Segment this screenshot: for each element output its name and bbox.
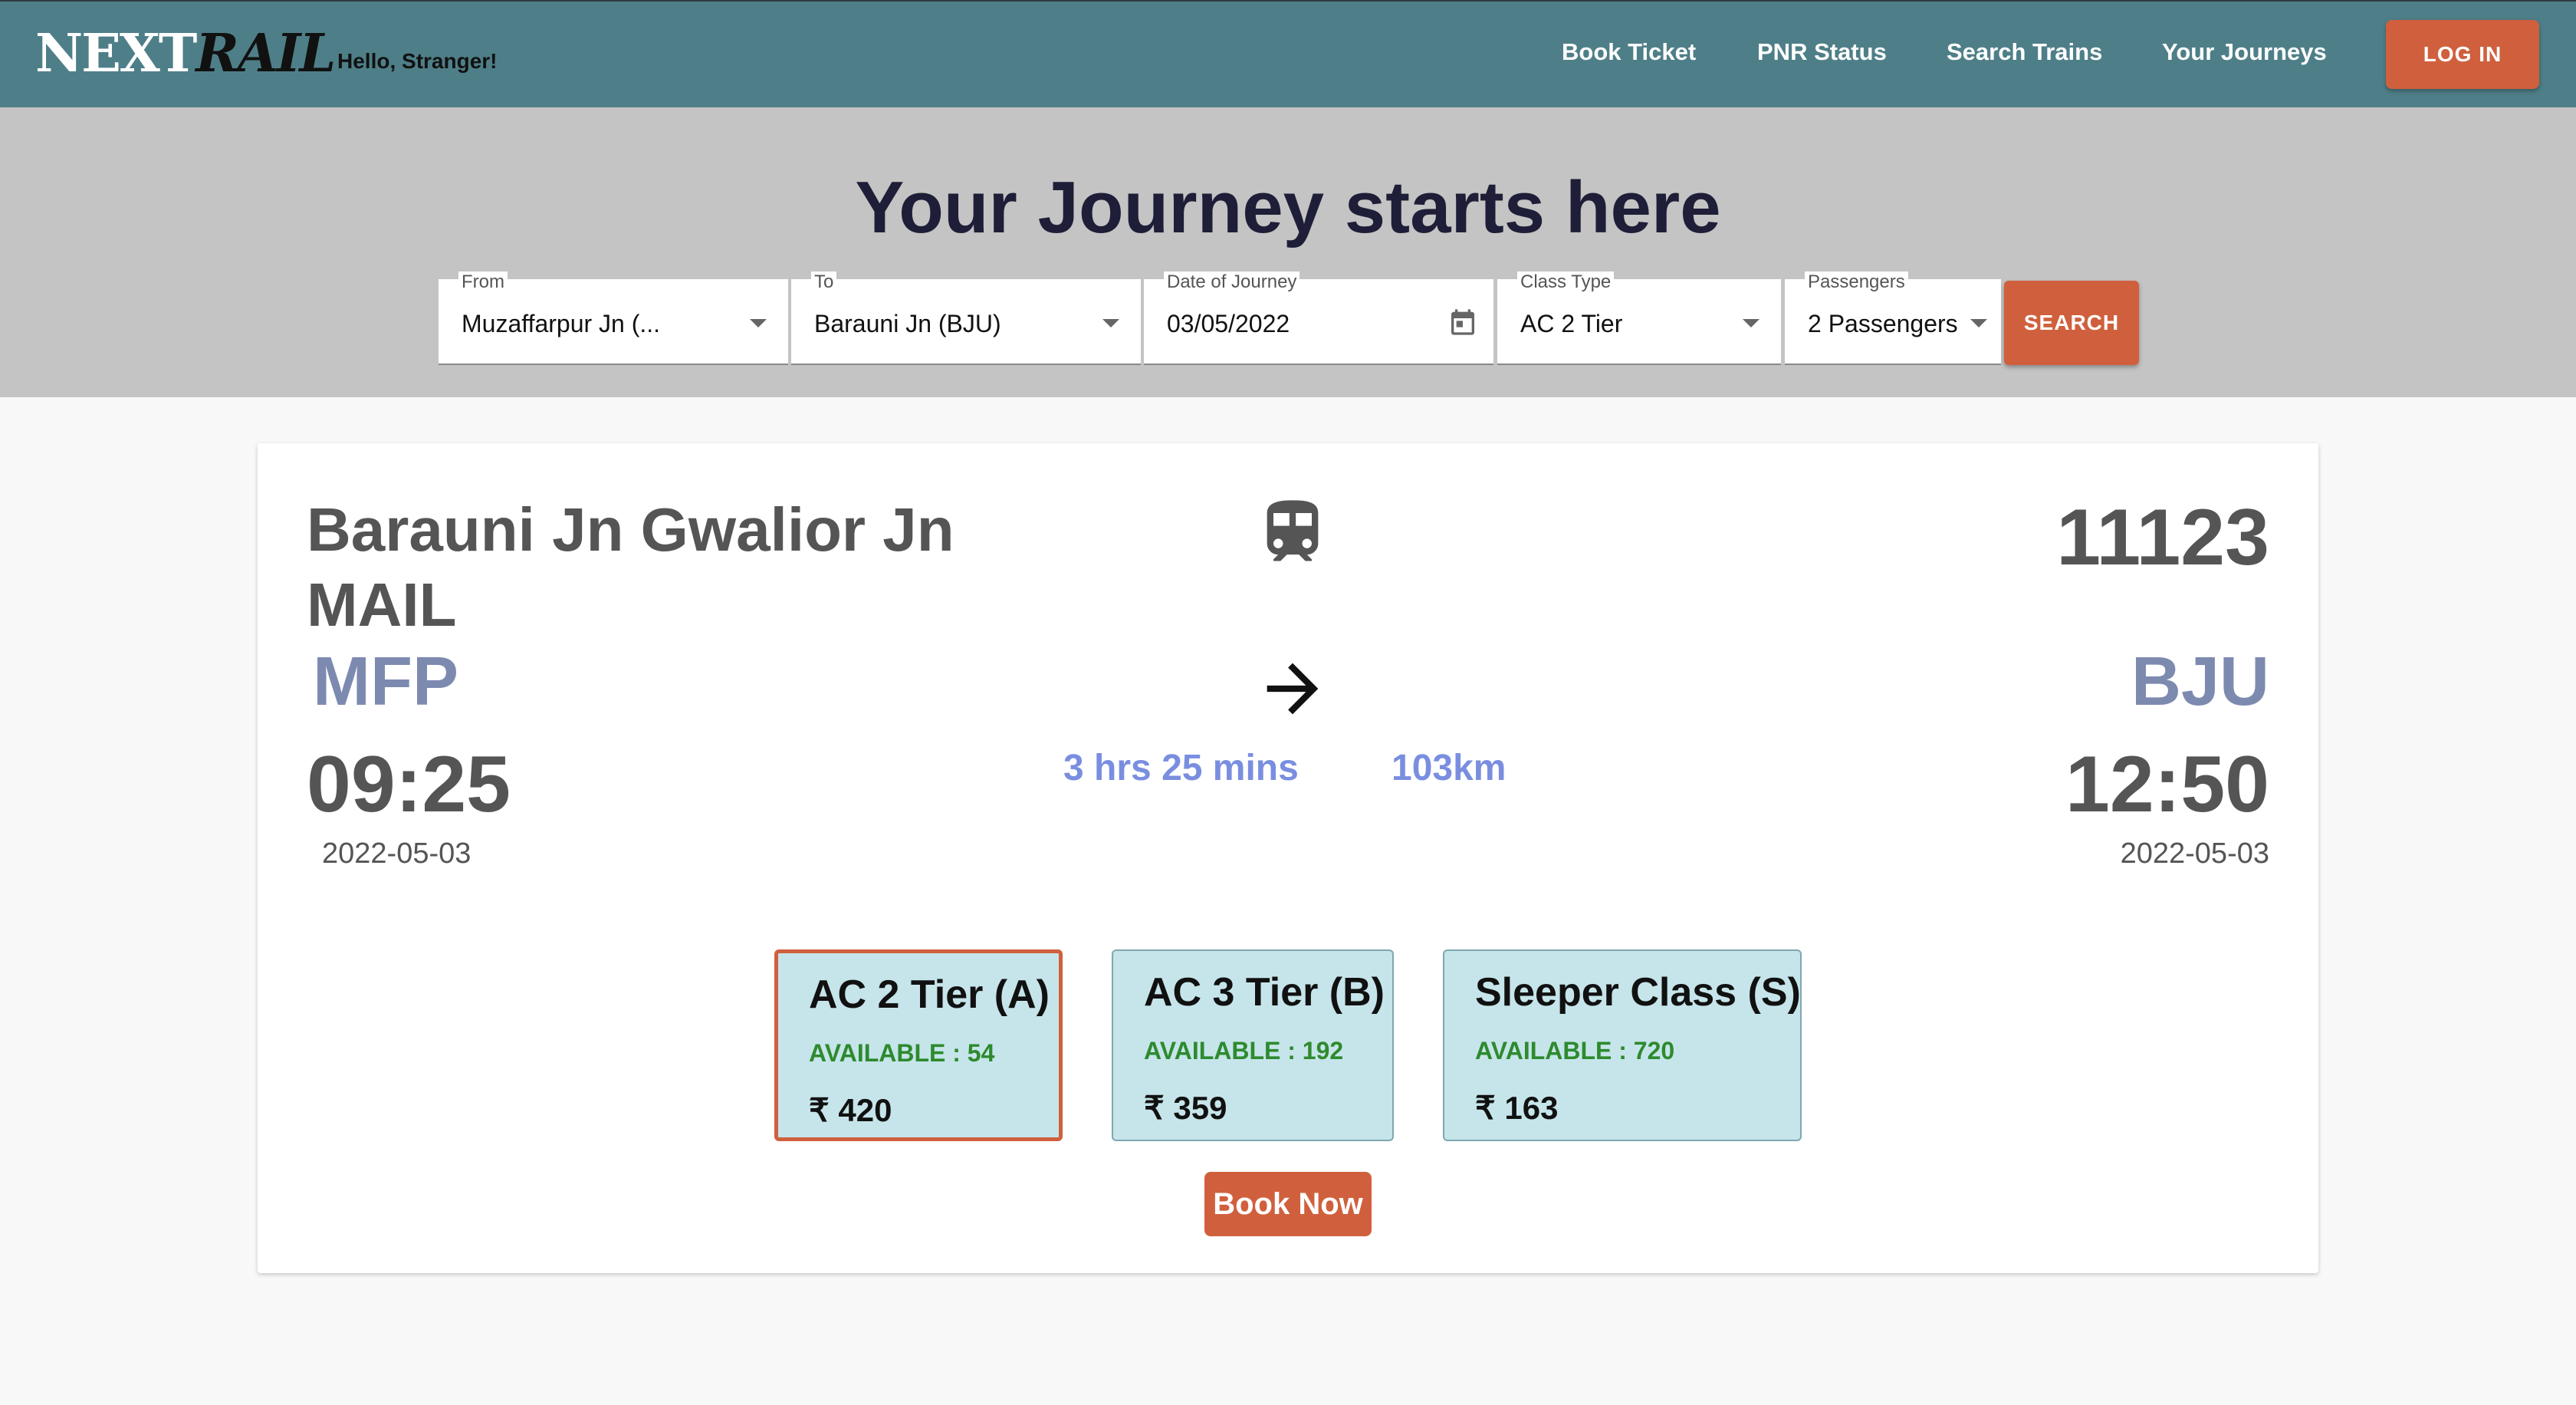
class-name: AC 3 Tier (B) (1144, 970, 1385, 1015)
from-label: From (458, 271, 508, 293)
class-name: AC 2 Tier (A) (809, 972, 1050, 1017)
to-station-code: BJU (2131, 643, 2269, 720)
class-type-value: AC 2 Tier (1520, 310, 1623, 337)
page-title: Your Journey starts here (855, 166, 1721, 248)
to-label: To (811, 271, 837, 293)
brand-part-next: NEXT (35, 23, 197, 84)
to-select[interactable]: To Barauni Jn (BJU) (791, 271, 1141, 365)
class-name: Sleeper Class (S) (1475, 970, 1801, 1015)
journey-duration: 3 hrs 25 mins (1063, 748, 1299, 788)
train-number: 11123 (2056, 493, 2269, 582)
date-label: Date of Journey (1164, 271, 1300, 293)
from-station-code: MFP (313, 643, 458, 720)
nav-your-journeys[interactable]: Your Journeys (2162, 38, 2327, 66)
chevron-down-icon (1970, 319, 1987, 327)
from-select[interactable]: From Muzaffarpur Jn (... (439, 271, 788, 365)
passengers-select[interactable]: Passengers 2 Passengers (1785, 271, 2001, 365)
class-type-label: Class Type (1517, 271, 1615, 293)
top-navbar: NEXT RAIL Hello, Stranger! Book Ticket PN… (0, 0, 2576, 107)
departure-time: 09:25 (307, 740, 511, 829)
brand-logo[interactable]: NEXT RAIL (35, 15, 336, 92)
class-type-select[interactable]: Class Type AC 2 Tier (1497, 271, 1781, 365)
class-availability: AVAILABLE : 192 (1144, 1037, 1344, 1064)
arrival-time: 12:50 (2065, 740, 2269, 829)
search-button[interactable]: SEARCH (2004, 281, 2139, 365)
class-option-ac3[interactable]: AC 3 Tier (B) AVAILABLE : 192 ₹ 359 (1112, 949, 1394, 1141)
class-availability: AVAILABLE : 720 (1475, 1037, 1675, 1064)
date-of-journey-field[interactable]: Date of Journey 03/05/2022 (1144, 271, 1493, 365)
departure-date: 2022-05-03 (322, 837, 472, 870)
train-icon (1267, 500, 1319, 561)
book-now-button[interactable]: Book Now (1204, 1172, 1372, 1236)
brand-part-rail: RAIL (196, 23, 336, 84)
class-option-ac2[interactable]: AC 2 Tier (A) AVAILABLE : 54 ₹ 420 (774, 949, 1063, 1141)
class-option-sleeper[interactable]: Sleeper Class (S) AVAILABLE : 720 ₹ 163 (1443, 949, 1802, 1141)
nav-book-ticket[interactable]: Book Ticket (1562, 38, 1696, 66)
nav-pnr-status[interactable]: PNR Status (1757, 38, 1887, 66)
passengers-label: Passengers (1805, 271, 1908, 293)
train-result-card: Barauni Jn Gwalior Jn MAIL 11123 MFP BJU… (258, 443, 2318, 1273)
search-hero: Your Journey starts here From Muzaffarpu… (0, 107, 2576, 397)
calendar-icon[interactable] (1447, 307, 1478, 337)
passengers-value: 2 Passengers (1808, 310, 1958, 337)
arrival-date: 2022-05-03 (2120, 837, 2269, 870)
class-price: ₹ 359 (1144, 1090, 1227, 1126)
chevron-down-icon (750, 319, 767, 327)
greeting-text: Hello, Stranger! (337, 49, 498, 73)
class-price: ₹ 420 (809, 1092, 892, 1128)
journey-distance: 103km (1392, 748, 1506, 788)
nav-search-trains[interactable]: Search Trains (1947, 38, 2102, 66)
to-value: Barauni Jn (BJU) (814, 310, 1001, 337)
chevron-down-icon (1102, 319, 1119, 327)
chevron-down-icon (1743, 319, 1760, 327)
arrow-right-icon (1267, 663, 1319, 715)
login-button[interactable]: LOG IN (2386, 20, 2539, 89)
class-availability: AVAILABLE : 54 (809, 1039, 995, 1067)
train-name: Barauni Jn Gwalior Jn MAIL (307, 495, 955, 639)
from-value: Muzaffarpur Jn (... (462, 310, 661, 337)
date-value: 03/05/2022 (1167, 310, 1290, 337)
class-price: ₹ 163 (1475, 1090, 1559, 1126)
